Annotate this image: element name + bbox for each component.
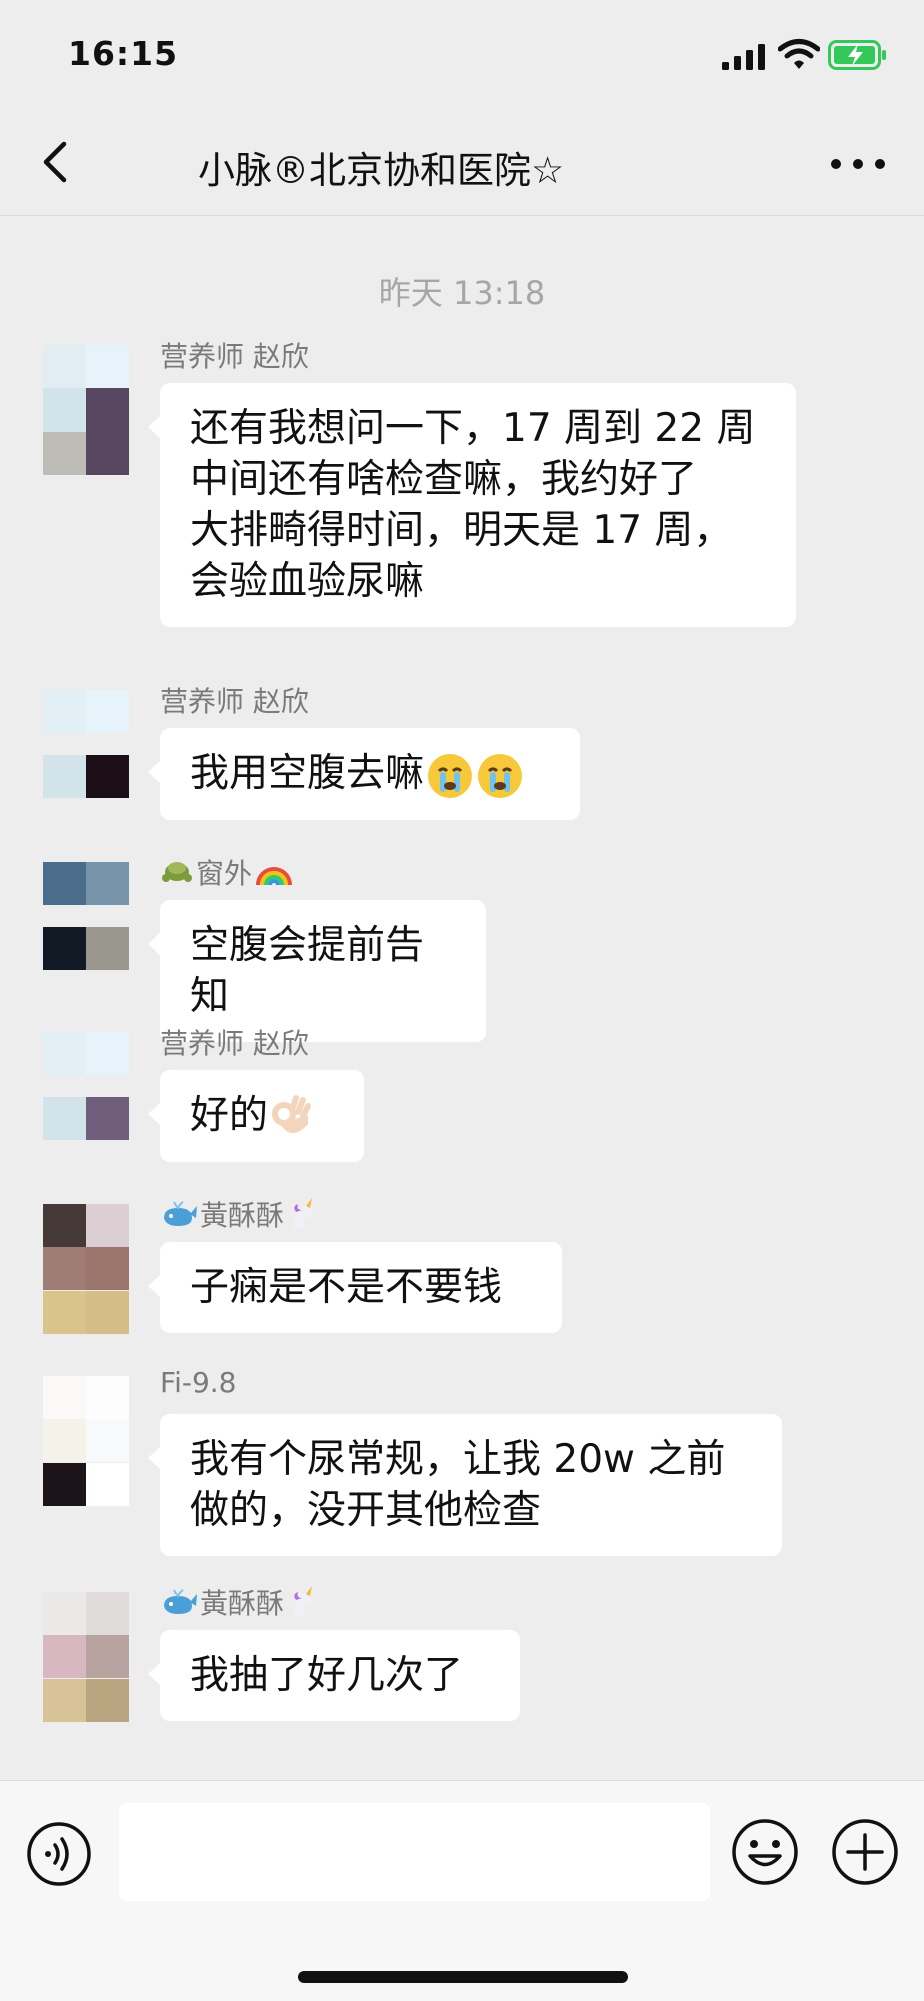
sender-name: 营养师 赵欣: [160, 340, 309, 373]
status-time: 16:15: [68, 34, 179, 73]
avatar[interactable]: [43, 1376, 129, 1506]
chat-timestamp: 昨天 13:18: [378, 274, 546, 312]
battery-charging-icon: [828, 40, 886, 70]
ok-hand-emoji: [272, 1094, 312, 1133]
rainbow-emoji: [256, 867, 293, 886]
crying-face-emoji: [478, 753, 523, 798]
message-line: 中间还有啥检查嘛，我约好了: [190, 457, 698, 502]
chat-header: 小脉®北京协和医院☆: [0, 110, 924, 216]
message-line: 大排畸得时间，明天是 17 周，: [190, 508, 733, 553]
turtle-emoji: [162, 862, 192, 882]
message-text: 空腹会提前告知: [190, 923, 425, 1019]
unicorn-emoji: [294, 1198, 315, 1228]
sender-name: 窗外: [160, 852, 294, 892]
message-text: 我用空腹去嘛: [190, 751, 425, 796]
signal-icon: [722, 44, 765, 70]
avatar[interactable]: [43, 862, 129, 992]
title-fade: [610, 146, 750, 190]
wifi-icon: [778, 39, 820, 69]
message-text: 好的: [190, 1093, 269, 1138]
avatar[interactable]: [43, 1032, 129, 1162]
whale-emoji: [164, 1201, 197, 1226]
whale-emoji: [164, 1589, 197, 1614]
message-bubble[interactable]: 空腹会提前告知: [148, 900, 486, 1042]
sender-label: 黃酥酥: [200, 1199, 285, 1232]
message-text: 子痫是不是不要钱: [190, 1265, 503, 1310]
unicorn-emoji: [294, 1586, 315, 1616]
message-line: 还有我想问一下，17 周到 22 周: [190, 406, 756, 451]
sender-name: 黃酥酥: [160, 1194, 320, 1234]
message-line: 会验血验尿嘛: [190, 559, 425, 604]
message-line: 我有个尿常规，让我 20w 之前: [190, 1437, 726, 1482]
avatar[interactable]: [43, 1204, 129, 1334]
message-bubble[interactable]: 我用空腹去嘛: [148, 728, 580, 820]
sender-name: 营养师 赵欣: [160, 1027, 309, 1060]
message-input[interactable]: [119, 1803, 710, 1901]
message-bubble[interactable]: 我有个尿常规，让我 20w 之前 做的，没开其他检查: [148, 1414, 782, 1556]
voice-icon[interactable]: [26, 1821, 92, 1887]
message-line: 做的，没开其他检查: [190, 1488, 542, 1533]
more-dots-icon[interactable]: [826, 150, 890, 178]
header-divider: [0, 215, 924, 216]
home-indicator: [298, 1971, 628, 1983]
status-bar: 16:15: [0, 0, 924, 110]
sender-name: 黃酥酥: [160, 1582, 320, 1622]
message-bubble[interactable]: 好的: [148, 1070, 364, 1162]
message-bubble[interactable]: 子痫是不是不要钱: [148, 1242, 562, 1333]
message-bubble[interactable]: 我抽了好几次了: [148, 1630, 520, 1721]
sender-label: 窗外: [196, 857, 253, 890]
avatar[interactable]: [43, 345, 129, 475]
sender-name: 营养师 赵欣: [160, 685, 309, 718]
crying-face-emoji: [428, 753, 473, 798]
plus-icon[interactable]: [830, 1817, 900, 1887]
avatar[interactable]: [43, 690, 129, 820]
emoji-icon[interactable]: [730, 1817, 800, 1887]
message-bubble[interactable]: 还有我想问一下，17 周到 22 周 中间还有啥检查嘛，我约好了 大排畸得时间，…: [148, 383, 796, 627]
sender-name: Fi-9.8: [160, 1366, 237, 1399]
chevron-left-icon[interactable]: [30, 132, 82, 192]
input-bar: [0, 1780, 924, 2001]
message-text: 我抽了好几次了: [190, 1653, 464, 1698]
avatar[interactable]: [43, 1592, 129, 1722]
sender-label: 黃酥酥: [200, 1587, 285, 1620]
